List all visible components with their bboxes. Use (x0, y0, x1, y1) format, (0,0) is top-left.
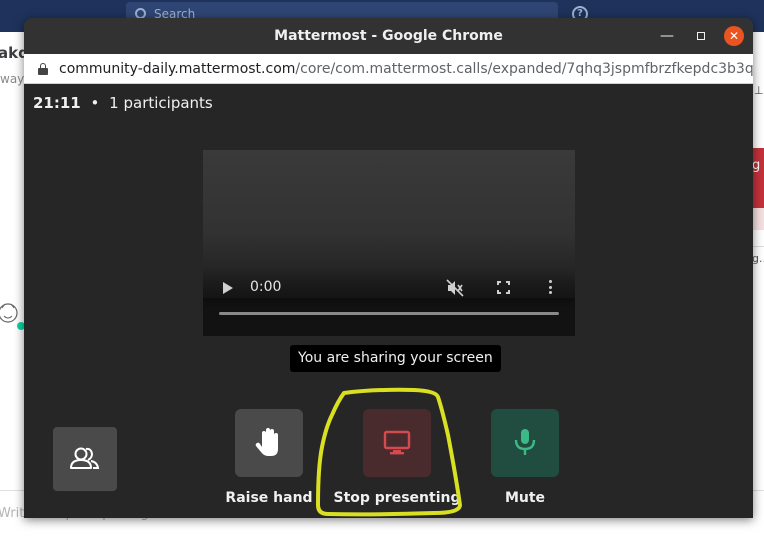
participants-icon (70, 447, 100, 469)
thread-preview-text: g... (752, 252, 764, 265)
url-domain: community-daily.mattermost.com (59, 61, 296, 77)
fullscreen-icon[interactable] (497, 281, 510, 294)
call-header: 21:11 • 1 participants (33, 94, 213, 112)
divider (752, 246, 764, 247)
call-duration: 21:11 (33, 94, 81, 112)
mute-button[interactable] (491, 409, 559, 477)
address-bar[interactable]: community-daily.mattermost.com/core/com.… (24, 54, 753, 84)
calls-popup-window: Mattermost - Google Chrome — ✕ community… (24, 18, 753, 518)
window-title: Mattermost - Google Chrome (274, 28, 503, 44)
video-progress-bar[interactable] (219, 312, 559, 315)
url-path: /core/com.mattermost.calls/expanded/7qhq… (295, 61, 753, 77)
play-icon[interactable] (223, 282, 233, 294)
raise-hand-button[interactable] (235, 409, 303, 477)
microphone-icon (514, 429, 536, 455)
channel-subtitle: way (0, 72, 25, 86)
window-titlebar[interactable]: Mattermost - Google Chrome — ✕ (24, 18, 753, 54)
hand-icon (255, 428, 278, 456)
url-text[interactable]: community-daily.mattermost.com/core/com.… (59, 54, 753, 84)
pin-icon[interactable]: ⊥ (754, 84, 764, 97)
separator: • (90, 94, 100, 112)
join-call-button[interactable]: g (752, 148, 764, 208)
maximize-icon[interactable] (692, 27, 710, 45)
minimize-icon[interactable]: — (658, 27, 676, 45)
more-options-icon[interactable] (549, 280, 553, 296)
participant-count: 1 participants (109, 94, 213, 112)
mute-label: Mute (504, 490, 546, 506)
lock-icon[interactable] (38, 63, 48, 75)
video-time: 0:00 (250, 279, 282, 295)
close-icon[interactable]: ✕ (724, 26, 744, 46)
sharing-screen-notice: You are sharing your screen (290, 345, 501, 372)
raise-hand-label: Raise hand (225, 490, 313, 506)
call-banner-strip (752, 208, 764, 230)
volume-muted-icon[interactable] (446, 279, 464, 297)
highlight-annotation (316, 387, 462, 517)
participants-button[interactable] (53, 427, 117, 491)
screen-share-video[interactable]: 0:00 (203, 150, 575, 336)
